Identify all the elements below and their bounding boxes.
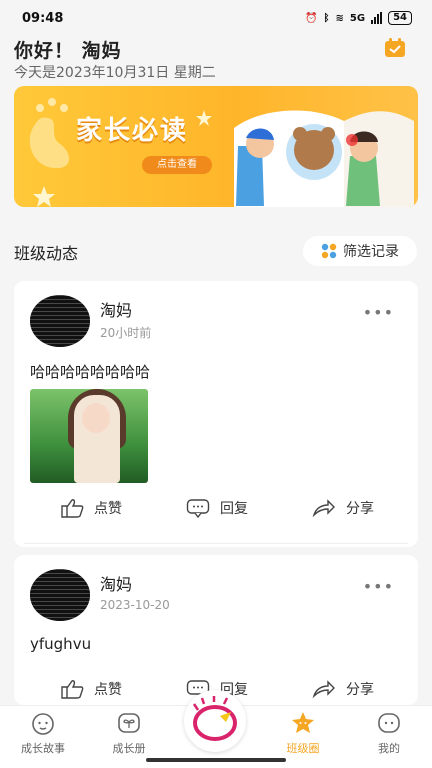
battery-icon: 54: [388, 11, 412, 25]
post-actions: 点赞 回复 分享: [14, 493, 418, 523]
status-time: 09:48: [22, 10, 64, 26]
nav-growth-album[interactable]: 成长册: [94, 710, 164, 756]
avatar[interactable]: [30, 569, 90, 621]
status-icons: ⏰ ᛒ ≋ 5G 54: [305, 11, 412, 25]
share-icon: [312, 680, 335, 699]
share-button[interactable]: 分享: [312, 679, 374, 699]
post-author: 淘妈: [100, 575, 133, 594]
battery-level: 54: [393, 12, 407, 23]
nav-label: 班级圈: [286, 742, 320, 755]
more-options-icon[interactable]: •••: [363, 303, 394, 322]
app-screen: 09:48 ⏰ ᛒ ≋ 5G 54 你好！ 淘妈 今天是2023年10月31日 …: [0, 0, 432, 768]
banner-illustration: [29, 98, 414, 207]
calendar-icon[interactable]: [384, 38, 406, 58]
center-action-button[interactable]: [184, 690, 246, 752]
like-label: 点赞: [94, 682, 122, 698]
comment-icon: [186, 499, 210, 518]
share-label: 分享: [346, 501, 374, 517]
filter-records-button[interactable]: 筛选记录: [303, 236, 417, 266]
baby-face-icon: [32, 713, 54, 735]
filter-label: 筛选记录: [343, 244, 399, 260]
reply-button[interactable]: 回复: [186, 498, 248, 518]
post-time: 2023-10-20: [100, 598, 170, 612]
post-card: 淘妈 20小时前 ••• 哈哈哈哈哈哈哈哈 点赞 回复 分享: [14, 281, 418, 547]
alarm-icon: ⏰: [305, 12, 318, 24]
section-title: 班级动态: [14, 244, 79, 263]
home-indicator: [146, 758, 286, 762]
post-time: 20小时前: [100, 326, 152, 340]
post-text: yfughvu: [30, 635, 92, 653]
status-bar: 09:48 ⏰ ᛒ ≋ 5G 54: [0, 0, 432, 36]
share-label: 分享: [346, 682, 374, 698]
share-icon: [312, 499, 335, 518]
divider: [24, 543, 408, 544]
like-button[interactable]: 点赞: [60, 498, 122, 518]
greeting: 你好！ 淘妈: [14, 40, 122, 62]
post-author: 淘妈: [100, 301, 133, 320]
nav-label: 成长故事: [21, 742, 65, 755]
thumbs-up-icon: [61, 499, 84, 518]
signal-icon: [371, 12, 383, 24]
nav-class-circle[interactable]: 班级圈: [268, 710, 338, 756]
nav-mine[interactable]: 我的: [354, 710, 424, 756]
like-button[interactable]: 点赞: [60, 679, 122, 699]
more-options-icon[interactable]: •••: [363, 577, 394, 596]
avatar[interactable]: [30, 295, 90, 347]
share-button[interactable]: 分享: [312, 498, 374, 518]
post-photo[interactable]: [30, 389, 148, 483]
post-card: 淘妈 2023-10-20 ••• yfughvu 点赞 回复 分享: [14, 555, 418, 705]
app-logo-icon: [192, 696, 237, 741]
thumbs-up-icon: [61, 680, 84, 699]
nav-label: 成长册: [112, 742, 146, 755]
network-label: 5G: [349, 12, 366, 24]
wifi-icon: ≋: [335, 12, 344, 24]
like-label: 点赞: [94, 501, 122, 517]
profile-face-icon: [378, 713, 400, 733]
banner-view-button[interactable]: 点击查看: [142, 156, 212, 174]
nav-growth-stories[interactable]: 成长故事: [8, 710, 78, 756]
sprout-icon: [118, 713, 140, 733]
post-text: 哈哈哈哈哈哈哈哈: [30, 363, 151, 381]
current-date: 今天是2023年10月31日 星期二: [14, 65, 216, 81]
filter-grid-icon: [321, 243, 337, 259]
banner-title: 家长必读: [76, 116, 189, 146]
nav-label: 我的: [378, 742, 400, 755]
reply-label: 回复: [220, 501, 248, 517]
parent-guide-banner[interactable]: 家长必读 点击查看: [14, 86, 418, 207]
star-face-icon: [292, 712, 314, 733]
bluetooth-icon: ᛒ: [323, 12, 330, 24]
